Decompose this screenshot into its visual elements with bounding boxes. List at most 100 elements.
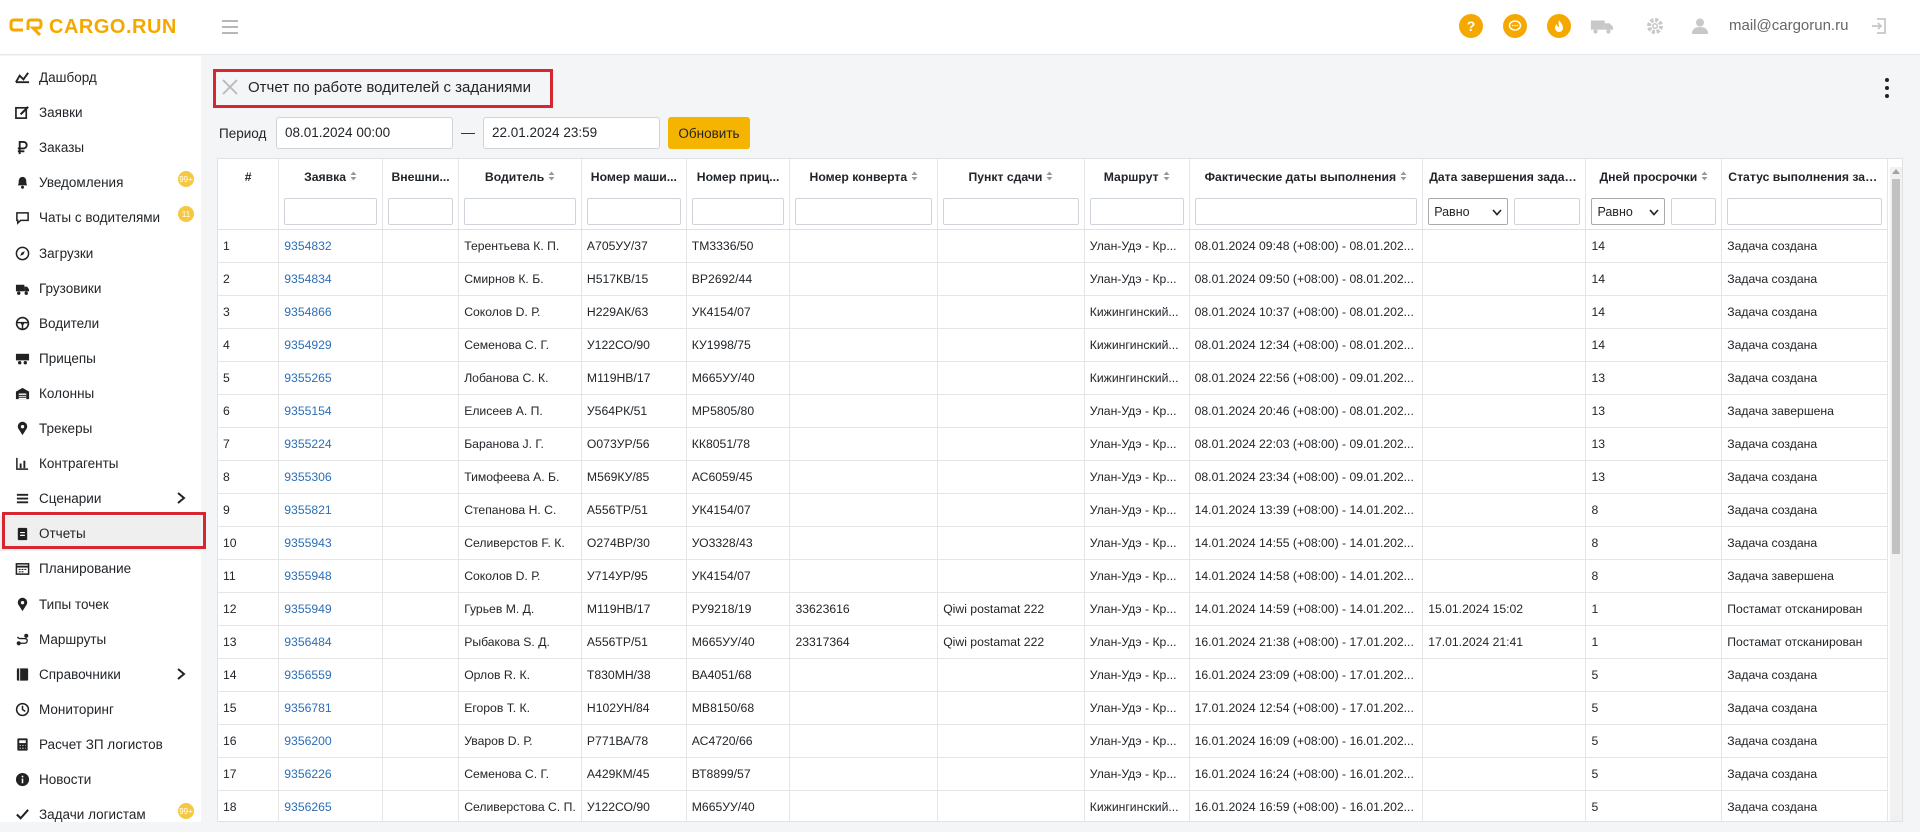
sidebar-item-9[interactable]: Колонны bbox=[0, 376, 201, 411]
vertical-scrollbar[interactable] bbox=[1890, 167, 1902, 821]
sort-icon[interactable] bbox=[1400, 171, 1407, 183]
sidebar-item-14[interactable]: Планирование bbox=[0, 551, 201, 586]
table-cell[interactable]: 9356265 bbox=[278, 790, 383, 821]
column-header-7[interactable]: Пункт сдачи bbox=[937, 159, 1085, 195]
table-row[interactable]: 7 9355224 Баранова J. Г. О073УР/56 КК8051/78… bbox=[218, 427, 1888, 461]
sort-icon[interactable] bbox=[350, 171, 357, 183]
sidebar-item-21[interactable]: Задачи логистам 99+ bbox=[0, 797, 201, 832]
user-email[interactable]: mail@cargorun.ru bbox=[1729, 17, 1848, 34]
column-header-3[interactable]: Водитель bbox=[458, 159, 582, 195]
sidebar-item-16[interactable]: Маршруты bbox=[0, 622, 201, 657]
sidebar-item-3[interactable]: Уведомления 99+ bbox=[0, 165, 201, 200]
table-cell[interactable]: 9355224 bbox=[278, 427, 383, 461]
sidebar-item-17[interactable]: Справочники bbox=[0, 657, 201, 692]
sidebar-item-0[interactable]: Дашборд bbox=[0, 60, 201, 95]
table-row[interactable]: 3 9354866 Соколов D. Р. Н229АК/63 УК4154/07 К… bbox=[218, 295, 1888, 329]
filter-input[interactable] bbox=[586, 198, 681, 226]
sidebar-item-7[interactable]: Водители bbox=[0, 306, 201, 341]
sort-icon[interactable] bbox=[1701, 171, 1708, 183]
menu-toggle-icon[interactable] bbox=[219, 16, 241, 38]
scroll-up-icon[interactable] bbox=[1892, 169, 1900, 174]
filter-input[interactable] bbox=[943, 198, 1079, 226]
sidebar-item-18[interactable]: Мониторинг bbox=[0, 692, 201, 727]
column-header-0[interactable]: # bbox=[218, 159, 280, 195]
date-from-input[interactable]: 08.01.2024 00:00 bbox=[276, 117, 453, 149]
table-row[interactable]: 11 9355948 Соколов D. Р. У714УР/95 УК4154/07… bbox=[218, 559, 1888, 593]
filter-input[interactable] bbox=[284, 198, 377, 226]
filter-input[interactable] bbox=[464, 198, 576, 226]
sidebar-item-11[interactable]: Контрагенты bbox=[0, 446, 201, 481]
sidebar-item-8[interactable]: Прицепы bbox=[0, 341, 201, 376]
scrollbar-thumb[interactable] bbox=[1892, 179, 1900, 554]
table-cell[interactable]: 9355943 bbox=[278, 526, 383, 560]
column-header-1[interactable]: Заявка bbox=[278, 159, 383, 195]
sort-icon[interactable] bbox=[911, 171, 918, 183]
table-row[interactable]: 4 9354929 Семенова С. Г. У122СО/90 КУ1998/75… bbox=[218, 328, 1888, 362]
table-cell[interactable]: 9355821 bbox=[278, 493, 383, 527]
filter-input[interactable] bbox=[795, 198, 933, 226]
sidebar-item-5[interactable]: Загрузки bbox=[0, 236, 201, 271]
user-icon[interactable] bbox=[1688, 14, 1712, 38]
table-row[interactable]: 10 9355943 Селиверстов F. К. О274ВР/30 УО332… bbox=[218, 526, 1888, 560]
sidebar-item-15[interactable]: Типы точек bbox=[0, 587, 201, 622]
table-cell[interactable]: 9356200 bbox=[278, 724, 383, 758]
column-header-8[interactable]: Маршрут bbox=[1084, 159, 1190, 195]
sidebar-item-19[interactable]: Расчет ЗП логистов bbox=[0, 727, 201, 762]
sort-icon[interactable] bbox=[1046, 171, 1053, 183]
table-row[interactable]: 6 9355154 Елисеев А. П. У564РК/51 МР5805/80 У… bbox=[218, 394, 1888, 428]
table-row[interactable]: 9 9355821 Степанова Н. С. А556ТР/51 УК4154/0… bbox=[218, 493, 1888, 527]
table-row[interactable]: 13 9356484 Рыбакова S. Д. А556ТР/51 М665УУ/4… bbox=[218, 625, 1888, 659]
filter-operator-select[interactable]: Равно bbox=[1591, 198, 1666, 226]
table-cell[interactable]: 9355265 bbox=[278, 361, 383, 395]
sort-icon[interactable] bbox=[1163, 171, 1170, 183]
table-cell[interactable]: 9355306 bbox=[278, 460, 383, 494]
table-cell[interactable]: 9355948 bbox=[278, 559, 383, 593]
filter-input[interactable] bbox=[1194, 198, 1418, 226]
table-cell[interactable]: 9356781 bbox=[278, 691, 383, 725]
filter-input[interactable] bbox=[1089, 198, 1184, 226]
sidebar-item-4[interactable]: Чаты с водителями 11 bbox=[0, 200, 201, 235]
column-header-9[interactable]: Фактические даты выполнения bbox=[1189, 159, 1424, 195]
logout-icon[interactable] bbox=[1867, 14, 1891, 38]
more-options-icon[interactable] bbox=[1884, 78, 1890, 98]
sidebar-item-10[interactable]: Трекеры bbox=[0, 411, 201, 446]
column-header-4[interactable]: Номер маши... bbox=[581, 159, 687, 195]
table-row[interactable]: 15 9356781 Егоров Т. К. Н102УН/84 МВ8150/68 У… bbox=[218, 691, 1888, 725]
table-row[interactable]: 8 9355306 Тимофеева А. Б. М569КУ/85 АС6059/4… bbox=[218, 460, 1888, 494]
logo[interactable]: CARGO.RUN bbox=[9, 13, 177, 41]
table-row[interactable]: 1 9354832 Терентьева К. П. А705УУ/37 ТМ3336/… bbox=[218, 229, 1888, 263]
column-header-6[interactable]: Номер конверта bbox=[789, 159, 939, 195]
filter-input[interactable] bbox=[1727, 198, 1882, 226]
refresh-button[interactable]: Обновить bbox=[668, 117, 750, 149]
table-cell[interactable]: 9356226 bbox=[278, 757, 383, 791]
column-header-10[interactable]: Дата завершения задан... bbox=[1422, 159, 1587, 195]
table-row[interactable]: 16 9356200 Уваров D. Р. Р771ВА/78 АС4720/66 У… bbox=[218, 724, 1888, 758]
table-row[interactable]: 2 9354834 Смирнов К. Б. Н517КВ/15 ВР2692/44 У… bbox=[218, 262, 1888, 296]
table-cell[interactable]: 9354834 bbox=[278, 262, 383, 296]
sidebar-item-1[interactable]: Заявки bbox=[0, 95, 201, 130]
filter-input[interactable] bbox=[691, 198, 785, 226]
table-cell[interactable]: 9355154 bbox=[278, 394, 383, 428]
gear-icon[interactable] bbox=[1643, 14, 1667, 38]
table-row[interactable]: 18 9356265 Селиверстова С. П. У122СО/90 М665… bbox=[218, 790, 1888, 821]
table-row[interactable]: 12 9355949 Гурьев М. Д. М119НВ/17 РУ9218/19 3… bbox=[218, 592, 1888, 626]
sidebar-item-12[interactable]: Сценарии bbox=[0, 481, 201, 516]
table-row[interactable]: 17 9356226 Семенова С. Г. А429КМ/45 ВТ8899/5… bbox=[218, 757, 1888, 791]
column-header-2[interactable]: Внешни... bbox=[382, 159, 460, 195]
table-row[interactable]: 14 9356559 Орлов R. К. Т830МН/38 ВА4051/68 Ул… bbox=[218, 658, 1888, 692]
table-cell[interactable]: 9354832 bbox=[278, 229, 383, 263]
filter-input[interactable] bbox=[1514, 198, 1581, 226]
sidebar-item-2[interactable]: Заказы bbox=[0, 130, 201, 165]
column-header-11[interactable]: Дней просрочки bbox=[1585, 159, 1723, 195]
chat-icon[interactable] bbox=[1503, 14, 1527, 38]
table-cell[interactable]: 9356559 bbox=[278, 658, 383, 692]
column-header-12[interactable]: Статус выполнения зад... bbox=[1721, 159, 1888, 195]
column-header-5[interactable]: Номер приц... bbox=[686, 159, 791, 195]
sort-icon[interactable] bbox=[548, 171, 555, 183]
table-row[interactable]: 5 9355265 Лобанова С. К. М119НВ/17 М665УУ/40… bbox=[218, 361, 1888, 395]
fire-icon[interactable] bbox=[1547, 14, 1571, 38]
close-icon[interactable] bbox=[221, 78, 239, 96]
sidebar-item-20[interactable]: Новости bbox=[0, 762, 201, 797]
table-cell[interactable]: 9354929 bbox=[278, 328, 383, 362]
table-cell[interactable]: 9356484 bbox=[278, 625, 383, 659]
